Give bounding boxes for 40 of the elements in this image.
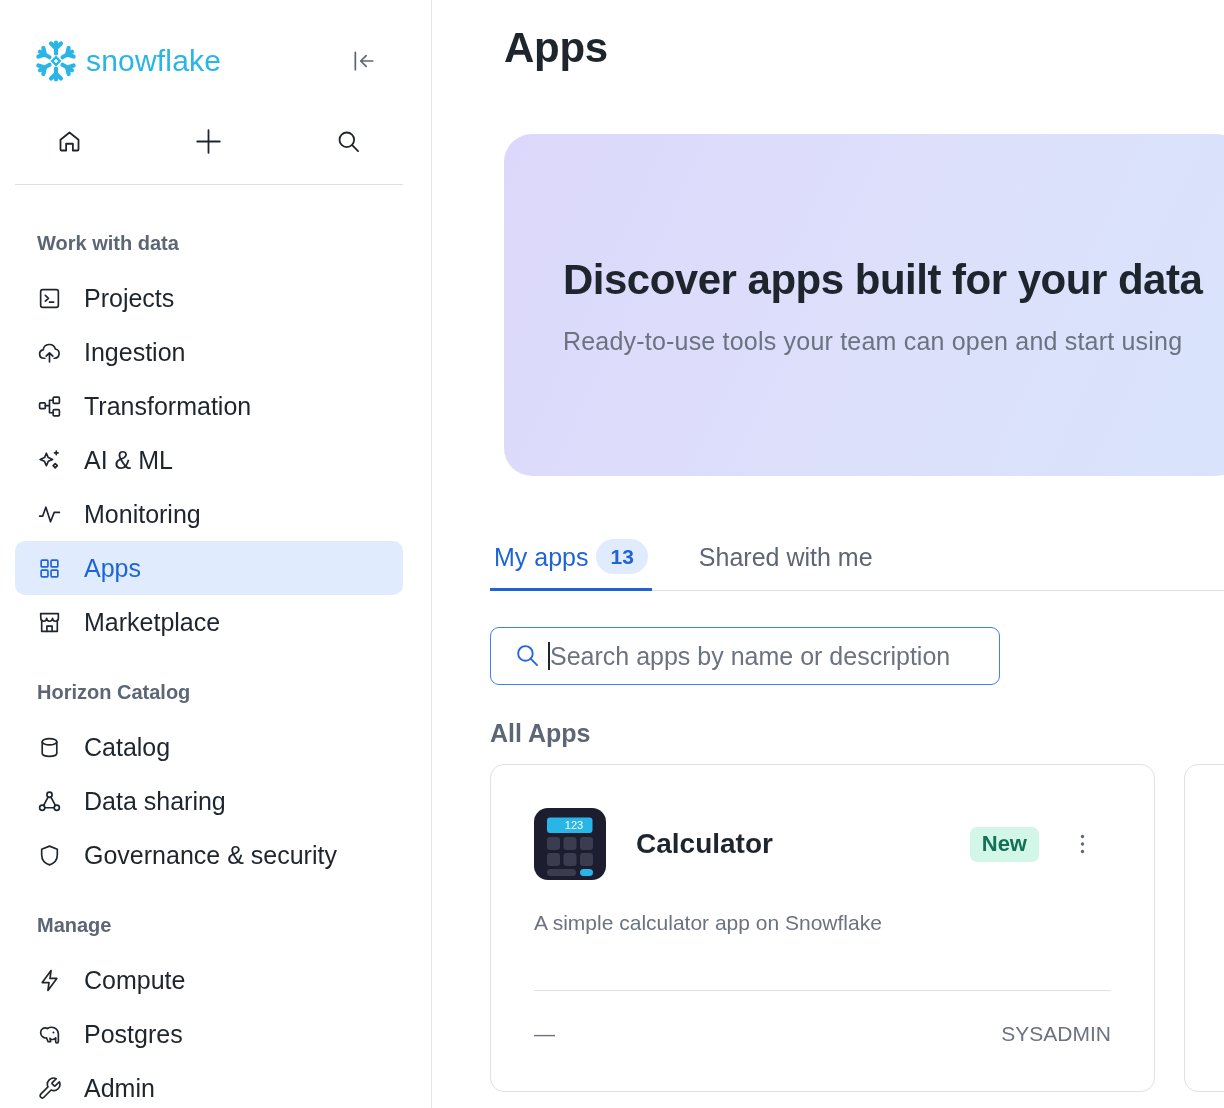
nav-item[interactable]: Monitoring xyxy=(15,487,403,541)
tab[interactable]: Shared with me xyxy=(694,522,877,591)
banner-heading: Discover apps built for your data xyxy=(563,254,1203,305)
wrench-icon xyxy=(37,1075,62,1101)
network-icon xyxy=(37,788,62,814)
plus-icon[interactable] xyxy=(195,127,222,155)
app-name: Calculator xyxy=(636,828,773,860)
nav-item[interactable]: Ingestion xyxy=(15,325,403,379)
nav-item[interactable]: Governance & security xyxy=(15,828,403,882)
text-cursor-icon xyxy=(548,642,550,670)
app-card[interactable]: 123 Calculator New A simple calculator app on Snowflake — SYSADMIN xyxy=(490,764,1155,1092)
logo-wordmark: snowflake xyxy=(86,43,222,79)
snowflake-icon xyxy=(35,40,77,82)
tab[interactable]: My apps 13 xyxy=(490,522,652,591)
app-description: A simple calculator app on Snowflake xyxy=(534,911,882,935)
section-heading: Manage xyxy=(37,913,112,938)
nav-item[interactable]: AI & ML xyxy=(15,433,403,487)
section-heading: Work with data xyxy=(37,231,179,256)
nav-item[interactable]: Marketplace xyxy=(15,595,403,649)
empty-value: — xyxy=(534,1022,555,1046)
flow-diagram-icon xyxy=(37,393,62,419)
search-icon xyxy=(515,643,540,668)
nav-item[interactable]: Postgres xyxy=(15,1007,403,1061)
nav-item[interactable]: Compute xyxy=(15,953,403,1007)
calculator-icon: 123 xyxy=(534,808,606,880)
nav-item[interactable]: Data sharing xyxy=(15,774,403,828)
section-title: All Apps xyxy=(490,718,591,748)
banner-subtitle: Ready-to-use tools your team can open and start using xyxy=(563,325,1183,357)
count-badge: 13 xyxy=(596,539,648,574)
role-name: SYSADMIN xyxy=(1001,1022,1111,1046)
nav-item[interactable]: Transformation xyxy=(15,379,403,433)
page-title: Apps xyxy=(504,23,608,73)
status-badge: New xyxy=(969,826,1039,862)
section-heading: Horizon Catalog xyxy=(37,680,191,705)
nav-item[interactable]: Admin xyxy=(15,1061,403,1108)
nav-item[interactable]: Catalog xyxy=(15,720,403,774)
nav-item[interactable]: Projects xyxy=(15,271,403,325)
search-field[interactable]: Search apps by name or description xyxy=(490,627,1000,685)
more-icon[interactable] xyxy=(1079,833,1085,855)
nav-item[interactable]: Apps xyxy=(15,541,403,595)
